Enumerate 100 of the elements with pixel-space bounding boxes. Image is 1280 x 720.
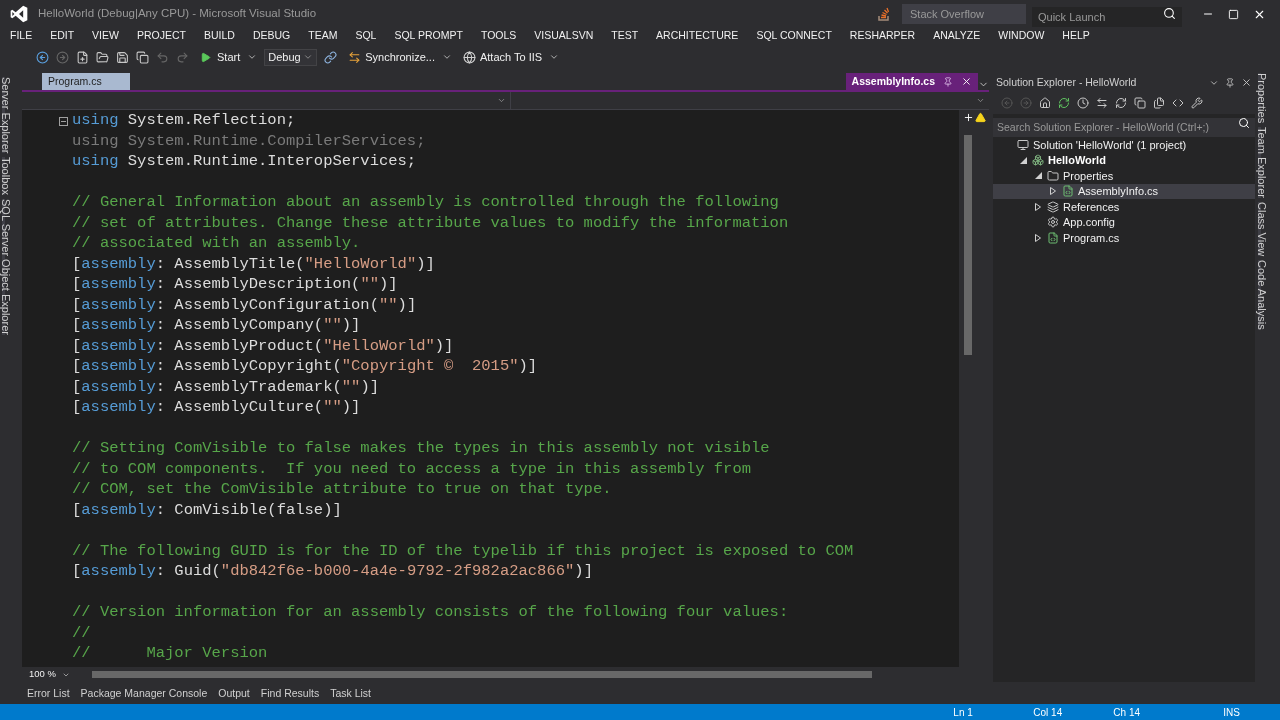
line-number: Ln 1 bbox=[953, 705, 974, 720]
tree-label: HelloWorld bbox=[1048, 153, 1106, 168]
link-icon[interactable] bbox=[324, 50, 338, 64]
caret-icon[interactable] bbox=[441, 52, 452, 62]
tree-label: AssemblyInfo.cs bbox=[1078, 184, 1159, 199]
solution-search-field[interactable]: Search Solution Explorer - HelloWorld (Ctrl+;) bbox=[993, 117, 1255, 137]
start-button[interactable]: Start bbox=[200, 48, 241, 66]
quick-launch-field[interactable]: Quick Launch bbox=[1032, 7, 1182, 27]
caret-icon[interactable] bbox=[247, 52, 258, 62]
history-icon[interactable] bbox=[1077, 97, 1089, 109]
code-line: [assembly: ComVisible(false)] bbox=[72, 499, 342, 520]
synchronize-button[interactable]: Synchronize... bbox=[348, 48, 435, 66]
properties-icon[interactable] bbox=[1191, 97, 1203, 109]
tree-label: Properties bbox=[1063, 168, 1114, 184]
search-icon[interactable] bbox=[1238, 117, 1250, 129]
tool-window-tab[interactable]: Team Explorer bbox=[1258, 127, 1277, 199]
menu-item[interactable]: ANALYZE bbox=[933, 28, 981, 44]
tool-window-tab[interactable]: Task List bbox=[330, 686, 371, 702]
split-icon[interactable] bbox=[962, 112, 974, 123]
tree-item[interactable]: Properties bbox=[993, 168, 1255, 184]
refresh-icon[interactable] bbox=[1115, 97, 1127, 109]
menu-item[interactable]: EDIT bbox=[50, 28, 75, 44]
folder-icon bbox=[1047, 169, 1059, 182]
tool-window-tab[interactable]: Find Results bbox=[260, 686, 320, 702]
menu-item[interactable]: TEST bbox=[611, 28, 639, 44]
globe-icon bbox=[462, 50, 476, 64]
csharp-file-icon bbox=[1062, 185, 1074, 198]
configuration-dropdown[interactable]: Debug bbox=[264, 48, 318, 66]
code-line: [assembly: AssemblyTitle("HelloWorld")] bbox=[72, 253, 435, 274]
tree-item[interactable]: HelloWorld bbox=[993, 152, 1255, 168]
editor-tab[interactable]: AssemblyInfo.cs bbox=[845, 73, 978, 90]
open-file-icon[interactable] bbox=[96, 50, 109, 64]
code-line: [assembly: AssemblyConfiguration("")] bbox=[72, 294, 417, 315]
tree-label: Program.cs bbox=[1063, 230, 1120, 246]
tree-item[interactable]: App.config bbox=[993, 214, 1255, 230]
new-project-icon[interactable] bbox=[76, 50, 89, 64]
menu-item[interactable]: WINDOW bbox=[998, 28, 1045, 44]
menu-item[interactable]: BUILD bbox=[203, 28, 235, 44]
visual-studio-logo bbox=[9, 4, 29, 24]
show-all-files-icon[interactable] bbox=[1153, 97, 1165, 109]
caret-icon[interactable] bbox=[549, 52, 560, 62]
tree-item[interactable]: References bbox=[993, 199, 1255, 215]
menu-item[interactable]: FILE bbox=[10, 28, 33, 44]
search-icon[interactable] bbox=[1163, 7, 1176, 20]
project-icon bbox=[1032, 154, 1044, 167]
tool-window-tab[interactable]: Code Analysis bbox=[1258, 260, 1277, 330]
save-icon[interactable] bbox=[116, 50, 129, 64]
keep-open-icon[interactable] bbox=[943, 76, 953, 87]
character-number: Ch 14 bbox=[1113, 705, 1141, 720]
close-icon[interactable] bbox=[1241, 77, 1252, 88]
editor-tab[interactable]: Program.cs bbox=[42, 73, 130, 90]
menu-item[interactable]: SQL bbox=[355, 28, 377, 44]
menu-item[interactable]: SQL PROMPT bbox=[394, 28, 463, 44]
synchronize-icon bbox=[348, 50, 362, 64]
tree-item[interactable]: Solution 'HelloWorld' (1 project) bbox=[993, 137, 1255, 153]
tool-window-tab[interactable]: Class View bbox=[1258, 202, 1277, 257]
code-line: // Major Version bbox=[72, 643, 268, 664]
tool-window-tab[interactable]: Package Manager Console bbox=[80, 686, 208, 702]
view-code-icon[interactable] bbox=[1172, 97, 1184, 109]
menu-item[interactable]: SQL CONNECT bbox=[756, 28, 832, 44]
menu-item[interactable]: TEAM bbox=[308, 28, 338, 44]
maximize-icon[interactable] bbox=[1228, 8, 1239, 20]
pending-changes-icon[interactable] bbox=[1058, 97, 1070, 109]
attach-to-iis-button[interactable]: Attach To IIS bbox=[462, 48, 543, 66]
tool-window-tab[interactable]: Properties bbox=[1258, 73, 1277, 124]
menu-item[interactable]: PROJECT bbox=[136, 28, 186, 44]
collapse-all-icon[interactable] bbox=[1134, 97, 1146, 109]
pin-icon[interactable] bbox=[1225, 77, 1235, 88]
tree-item[interactable]: AssemblyInfo.cs bbox=[993, 183, 1255, 199]
vertical-scrollbar[interactable] bbox=[964, 135, 972, 355]
code-line: // associated with an assembly. bbox=[72, 233, 361, 254]
menu-item[interactable]: DEBUG bbox=[252, 28, 291, 44]
collapsed-arrow-icon[interactable] bbox=[1035, 233, 1041, 242]
code-line: [assembly: AssemblyTrademark("")] bbox=[72, 376, 379, 397]
menu-item[interactable]: ARCHITECTURE bbox=[656, 28, 739, 44]
home-icon[interactable] bbox=[1039, 97, 1051, 109]
config-file-icon bbox=[1047, 216, 1059, 229]
menu-item[interactable]: VISUALSVN bbox=[534, 28, 594, 44]
menu-item[interactable]: VIEW bbox=[92, 28, 119, 44]
back-icon[interactable] bbox=[36, 50, 49, 64]
close-tab-icon[interactable] bbox=[961, 76, 972, 87]
search-provider-field[interactable]: Stack Overflow bbox=[902, 4, 1026, 24]
code-line: [assembly: AssemblyProduct("HelloWorld")] bbox=[72, 335, 454, 356]
menu-item[interactable]: RESHARPER bbox=[849, 28, 916, 44]
tree-item[interactable]: Program.cs bbox=[993, 230, 1255, 246]
tool-window-tab[interactable]: Error List bbox=[27, 686, 70, 702]
sync-icon[interactable] bbox=[1096, 97, 1108, 109]
zoom-dropdown[interactable]: 100 % bbox=[22, 667, 92, 682]
code-line: // Setting ComVisible to false makes the types in this assembly not visible bbox=[72, 438, 770, 459]
horizontal-scrollbar[interactable] bbox=[92, 671, 872, 678]
collapse-outline-icon[interactable] bbox=[59, 117, 68, 126]
tree-label: References bbox=[1063, 199, 1120, 215]
save-all-icon[interactable] bbox=[136, 50, 149, 64]
tool-window-tab[interactable]: Output bbox=[218, 686, 250, 702]
menu-item[interactable]: TOOLS bbox=[480, 28, 517, 44]
stack-overflow-icon bbox=[878, 7, 890, 21]
code-line: // The following GUID is for the ID of the typelib if this project is exposed to COM bbox=[72, 540, 854, 561]
code-line: // set of attributes. Change these attribute values to modify the information bbox=[72, 212, 789, 233]
panel-title: Solution Explorer - HelloWorld bbox=[996, 74, 1138, 90]
menu-item[interactable]: HELP bbox=[1062, 28, 1090, 44]
